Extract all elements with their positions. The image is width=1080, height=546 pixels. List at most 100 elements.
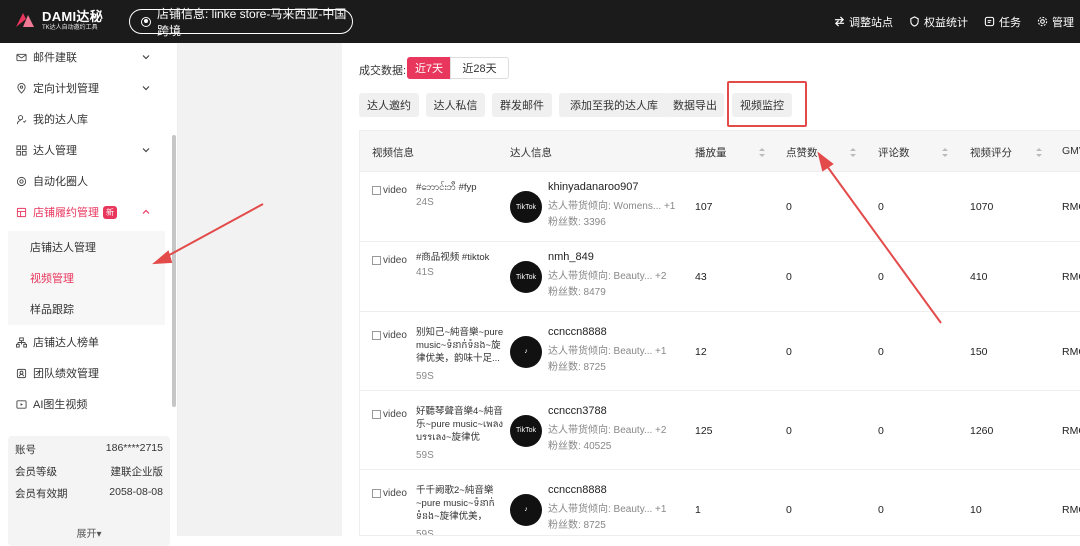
shield-icon xyxy=(910,16,919,27)
avatar[interactable]: TikTok xyxy=(510,261,542,293)
avatar[interactable]: ♪ xyxy=(510,493,542,526)
creator-tendency: 达人带货倾向: Beauty... +1 xyxy=(548,345,667,357)
creator-name[interactable]: ccnccn3788 xyxy=(548,405,607,417)
circle-icon xyxy=(16,176,27,186)
switch-site-button[interactable]: 调整站点 xyxy=(834,14,893,30)
video-duration: 59S xyxy=(416,370,434,382)
sort-icon[interactable] xyxy=(759,148,765,157)
sort-icon[interactable] xyxy=(942,148,948,157)
sidebar-item-creator-mgmt[interactable]: 达人管理 xyxy=(0,136,170,164)
creator-name[interactable]: nmh_849 xyxy=(548,251,594,263)
broken-image-icon xyxy=(372,330,381,340)
video-thumbnail[interactable]: video xyxy=(372,255,407,266)
video-title: 好聽琴聲音樂4~純音乐~pure music~เพลงบรรเลง~旋律优美，.… xyxy=(416,405,504,443)
chevron-down-icon xyxy=(142,55,150,60)
col-video-info: 视频信息 xyxy=(372,147,414,159)
creator-tendency: 达人带货倾向: Beauty... +2 xyxy=(548,271,667,282)
gmv-value: RMC xyxy=(1062,345,1080,358)
sidebar-item-auto-select[interactable]: 自动化圈人 xyxy=(0,167,170,195)
video-thumbnail[interactable]: video xyxy=(372,488,407,499)
creator-dm-button[interactable]: 达人私信 xyxy=(426,93,485,117)
col-creator-info: 达人信息 xyxy=(510,147,552,159)
sidebar-item-team-performance[interactable]: 团队绩效管理 xyxy=(0,359,170,387)
export-data-button[interactable]: 数据导出 xyxy=(666,93,724,117)
logo-icon xyxy=(16,13,34,27)
bulk-email-button[interactable]: 群发邮件 xyxy=(492,93,552,117)
sidebar-scrollbar[interactable] xyxy=(172,135,176,407)
submenu-store-creators[interactable]: 店铺达人管理 xyxy=(8,231,165,262)
store-icon xyxy=(16,207,27,217)
location-icon xyxy=(17,82,26,94)
sidebar-item-my-creators[interactable]: 我的达人库 xyxy=(0,105,170,133)
avatar[interactable]: ♪ xyxy=(510,335,542,368)
broken-image-icon xyxy=(372,409,381,419)
tasks-button[interactable]: 任务 xyxy=(984,14,1021,30)
gmv-value: RMC xyxy=(1062,503,1080,516)
video-thumbnail[interactable]: video xyxy=(372,185,407,196)
submenu-sample-tracking[interactable]: 样品跟踪 xyxy=(8,293,165,324)
likes-value: 0 xyxy=(786,345,792,358)
store-selector[interactable]: 店铺信息: linke store-马来西亚-中国跨境 xyxy=(129,7,353,38)
invite-creators-button[interactable]: 达人邀约 xyxy=(359,93,419,117)
manage-button[interactable]: 管理 xyxy=(1037,14,1074,30)
avatar[interactable]: TikTok xyxy=(510,191,542,223)
table-row[interactable]: video #商品视频 #tiktok 41S TikTok nmh_849 达… xyxy=(360,241,1080,311)
plays-value: 12 xyxy=(695,345,707,358)
table-row[interactable]: video 别知己~純音樂~pure music~ទំនាក់ទំនង~旋律优美… xyxy=(360,311,1080,390)
chevron-down-icon xyxy=(142,86,150,91)
creator-tendency: 达人带货倾向: Beauty... +1 xyxy=(548,503,667,515)
sort-icon[interactable] xyxy=(1036,148,1042,157)
sidebar-item-store-fulfillment[interactable]: 店铺履约管理 新 xyxy=(0,198,170,226)
comments-value: 0 xyxy=(878,424,884,437)
app-title: DAMI达秘 xyxy=(42,8,104,24)
sidebar-item-targeted-plan[interactable]: 定向计划管理 xyxy=(0,74,170,102)
content-gutter xyxy=(178,43,342,536)
col-video-score[interactable]: 视频评分 xyxy=(970,145,1042,160)
app-logo[interactable]: DAMI达秘 TK达人自动邀约工具 xyxy=(14,9,103,31)
expiry-row: 会员有效期 2058-08-08 xyxy=(15,486,163,500)
avatar[interactable]: TikTok xyxy=(510,414,542,447)
sort-icon[interactable] xyxy=(850,148,856,157)
table-row[interactable]: video 千千阙歌2~純音樂~pure music~ទំនាក់ទំនង~旋律… xyxy=(360,469,1080,535)
likes-value: 0 xyxy=(786,271,792,283)
swap-icon xyxy=(834,16,845,27)
score-value: 10 xyxy=(970,503,982,516)
video-table: 视频信息 达人信息 播放量 点赞数 评论数 视频评分 GMV video #ဘေ… xyxy=(359,130,1080,536)
sidebar-item-email[interactable]: 邮件建联 xyxy=(0,43,170,71)
range-28d-tab[interactable]: 近28天 xyxy=(450,57,509,79)
table-row[interactable]: video 好聽琴聲音樂4~純音乐~pure music~เพลงบรรเลง~… xyxy=(360,390,1080,469)
col-plays[interactable]: 播放量 xyxy=(695,145,765,160)
account-row: 账号 186****2715 xyxy=(15,442,163,456)
col-comments[interactable]: 评论数 xyxy=(878,145,948,160)
range-7d-tab[interactable]: 近7天 xyxy=(407,57,451,79)
expand-button[interactable]: 展开▾ xyxy=(8,525,170,540)
submenu-video-management[interactable]: 视频管理 xyxy=(8,262,165,293)
video-title: #商品视频 #tiktok xyxy=(416,252,490,263)
plays-value: 125 xyxy=(695,424,713,437)
sidebar-item-ai-video[interactable]: AI图生视频 xyxy=(0,390,170,418)
gmv-value: RMC xyxy=(1062,424,1080,437)
comments-value: 0 xyxy=(878,271,884,283)
col-gmv: GMV xyxy=(1062,145,1080,157)
video-thumbnail[interactable]: video xyxy=(372,409,407,420)
score-value: 150 xyxy=(970,345,988,358)
plays-value: 1 xyxy=(695,503,701,516)
creator-tendency: 达人带货倾向: Beauty... +2 xyxy=(548,424,667,436)
score-value: 1070 xyxy=(970,201,994,213)
add-to-library-button[interactable]: 添加至我的达人库 xyxy=(559,93,669,117)
gmv-value: RMC xyxy=(1062,201,1080,213)
video-title: 别知己~純音樂~pure music~ទំនាក់ទំនង~旋律优美，韵味十足.… xyxy=(416,326,504,364)
creator-fans: 粉丝数: 8725 xyxy=(548,519,606,531)
creator-name[interactable]: khinyadanaroo907 xyxy=(548,181,639,193)
sidebar-item-store-ranking[interactable]: 店铺达人榜单 xyxy=(0,328,170,356)
creator-name[interactable]: ccnccn8888 xyxy=(548,484,607,496)
store-fulfillment-submenu: 店铺达人管理 视频管理 样品跟踪 xyxy=(8,231,165,325)
likes-value: 0 xyxy=(786,201,792,213)
col-likes[interactable]: 点赞数 xyxy=(786,145,856,160)
table-row[interactable]: video #ဘောင်းဘီ #fyp 24S TikTok khinyada… xyxy=(360,171,1080,241)
video-thumbnail[interactable]: video xyxy=(372,330,407,341)
benefit-stats-button[interactable]: 权益统计 xyxy=(909,14,968,30)
creator-name[interactable]: ccnccn8888 xyxy=(548,326,607,338)
broken-image-icon xyxy=(372,488,381,498)
chevron-down-icon xyxy=(142,148,150,153)
